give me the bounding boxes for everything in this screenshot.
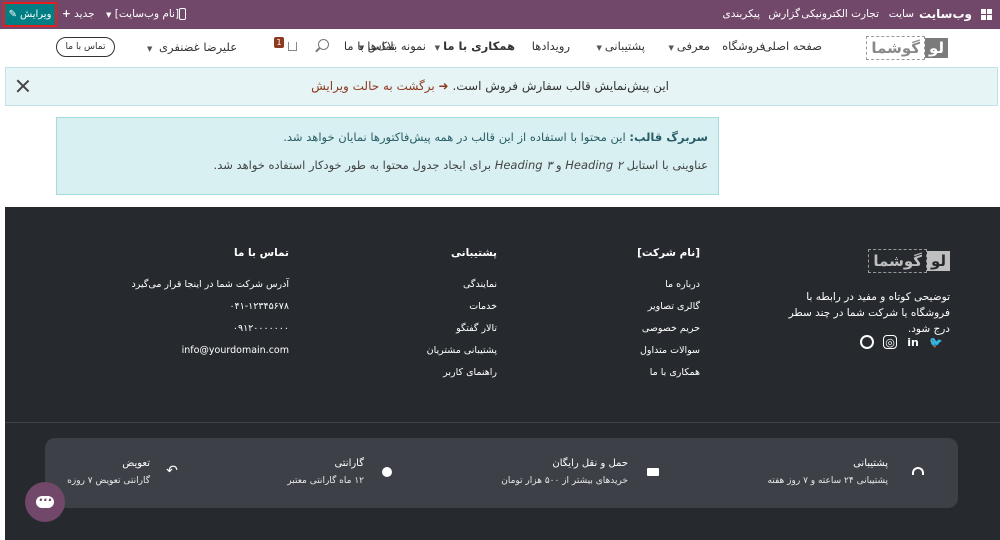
feature-subtitle: پشتیبانی ۲۴ ساعته و ۷ روز هفته bbox=[767, 476, 888, 486]
live-chat-button[interactable] bbox=[25, 482, 65, 522]
footer-contact-title: تماس با ما bbox=[233, 247, 289, 259]
admin-bar: وب‌سایت سایت تجارت الکترونیکی گزارش پیکر… bbox=[0, 0, 1000, 29]
new-label: جدید bbox=[74, 8, 95, 20]
edit-label: ویرایش bbox=[19, 9, 52, 20]
nav-contact[interactable]: تماس با ما bbox=[344, 39, 395, 53]
website-selector[interactable]: [نام وب‌سایت] ▼ bbox=[106, 8, 179, 20]
feature-subtitle: خریدهای بیشتر از ۵۰۰ هزار تومان bbox=[501, 476, 628, 486]
feature-subtitle: ۱۲ ماه گارانتی معتبر bbox=[287, 476, 364, 486]
footer-mobile[interactable]: ۰۹۱۲۰۰۰۰۰۰۰ bbox=[233, 323, 289, 334]
admin-menu-config[interactable]: پیکربندی bbox=[722, 8, 760, 20]
admin-brand[interactable]: وب‌سایت bbox=[919, 7, 972, 21]
social-links: 🐦 in ◎ bbox=[860, 335, 943, 349]
feature-subtitle: گارانتی تعویض ۷ روزه bbox=[67, 476, 150, 486]
info-line-1: سربرگ قالب: این محتوا با استفاده از این … bbox=[283, 130, 708, 144]
edit-button[interactable]: ویرایش ✎ bbox=[3, 2, 57, 27]
footer-link[interactable]: نمایندگی bbox=[463, 279, 497, 290]
footer-link[interactable]: سوالات متداول bbox=[640, 345, 700, 356]
pencil-icon: ✎ bbox=[8, 9, 17, 20]
apps-grid-icon[interactable] bbox=[981, 9, 992, 20]
chevron-down-icon: ▼ bbox=[106, 11, 112, 19]
reply-icon: ↶ bbox=[166, 463, 178, 479]
footer-link[interactable]: تالار گفتگو bbox=[456, 323, 497, 334]
site-logo[interactable]: لو گوشما bbox=[866, 35, 948, 61]
footer-divider bbox=[5, 422, 1000, 423]
back-to-edit-link[interactable]: ➜ برگشت به حالت ویرایش bbox=[311, 79, 449, 93]
nav-about[interactable]: معرفی▼ bbox=[668, 39, 710, 53]
admin-menu-report[interactable]: گزارش bbox=[768, 8, 800, 20]
footer-company-title: [نام شرکت] bbox=[637, 247, 700, 259]
preview-message: این پیش‌نمایش قالب سفارش فروش است. ➜ برگ… bbox=[311, 79, 669, 93]
footer-description: توضیحی کوتاه و مفید در رابطه با فروشگاه … bbox=[788, 291, 950, 335]
instagram-icon[interactable]: ◎ bbox=[883, 335, 897, 349]
footer-link[interactable]: پشتیبانی مشتریان bbox=[427, 345, 497, 356]
new-button[interactable]: جدید + bbox=[62, 8, 95, 20]
footer-logo[interactable]: لو گوشما bbox=[868, 249, 950, 273]
feature-title: تعویض bbox=[122, 458, 150, 469]
preview-alert: این پیش‌نمایش قالب سفارش فروش است. ➜ برگ… bbox=[5, 67, 998, 106]
website-name: [نام وب‌سایت] bbox=[114, 8, 180, 20]
chat-icon bbox=[36, 490, 54, 508]
footer-link[interactable]: حریم خصوصی bbox=[642, 323, 700, 334]
footer-address: آدرس شرکت شما در اینجا قرار می‌گیرد bbox=[131, 279, 289, 290]
badge-icon bbox=[382, 467, 392, 477]
nav-home[interactable]: صفحه اصلی bbox=[763, 39, 822, 53]
footer-link[interactable]: خدمات bbox=[469, 301, 497, 312]
footer-phone[interactable]: ۰۴۱-۱۲۳۴۵۶۷۸ bbox=[229, 301, 289, 312]
nav-events[interactable]: رویدادها bbox=[532, 39, 570, 53]
chevron-down-icon: ▼ bbox=[596, 44, 602, 52]
feature-title: پشتیبانی bbox=[853, 458, 888, 469]
site-navbar: لو گوشما صفحه اصلی فروشگاه معرفی▼ پشتیبا… bbox=[0, 29, 1000, 66]
user-menu[interactable]: علیرضا غضنفری ▼ bbox=[147, 40, 237, 54]
footer-link[interactable]: درباره ما bbox=[665, 279, 700, 290]
admin-menu-site[interactable]: سایت bbox=[889, 8, 914, 20]
nav-shop[interactable]: فروشگاه bbox=[722, 39, 765, 53]
footer-email[interactable]: info@yourdomain.com bbox=[182, 345, 289, 356]
linkedin-icon[interactable]: in bbox=[906, 335, 920, 349]
footer-link[interactable]: همکاری با ما bbox=[650, 367, 700, 378]
chevron-down-icon: ▼ bbox=[147, 45, 153, 53]
close-icon[interactable] bbox=[16, 79, 30, 93]
features-bar: پشتیبانی پشتیبانی ۲۴ ساعته و ۷ روز هفته … bbox=[45, 438, 958, 508]
footer-support-title: پشتیبانی bbox=[451, 247, 497, 259]
cart-icon[interactable] bbox=[288, 42, 297, 51]
info-line-2: عناوینی با استایل Heading ۲ و Heading ۳ … bbox=[213, 158, 708, 172]
arrow-left-icon: ➜ bbox=[438, 79, 449, 93]
footer-link[interactable]: گالری تصاویر bbox=[648, 301, 700, 312]
admin-menu-ecommerce[interactable]: تجارت الکترونیکی bbox=[801, 8, 879, 20]
nav-support[interactable]: پشتیبانی▼ bbox=[596, 39, 645, 53]
feature-title: حمل و نقل رایگان bbox=[552, 458, 628, 469]
cart-count-badge: 1 bbox=[274, 37, 284, 48]
contact-us-button[interactable]: تماس با ما bbox=[56, 37, 115, 57]
github-icon[interactable] bbox=[860, 335, 874, 349]
chevron-down-icon: ▼ bbox=[668, 44, 674, 52]
chevron-down-icon: ▼ bbox=[434, 44, 441, 52]
truck-icon bbox=[647, 468, 659, 476]
twitter-icon[interactable]: 🐦 bbox=[929, 335, 943, 349]
footer-link[interactable]: راهنمای کاربر bbox=[443, 367, 497, 378]
search-icon[interactable] bbox=[318, 39, 329, 50]
feature-title: گارانتی bbox=[334, 458, 364, 469]
plus-icon: + bbox=[62, 8, 71, 20]
mobile-preview-icon[interactable] bbox=[179, 8, 186, 20]
template-header-info: سربرگ قالب: این محتوا با استفاده از این … bbox=[56, 117, 719, 195]
nav-careers[interactable]: همکاری با ما▼ bbox=[435, 39, 515, 53]
headset-icon bbox=[912, 467, 924, 475]
